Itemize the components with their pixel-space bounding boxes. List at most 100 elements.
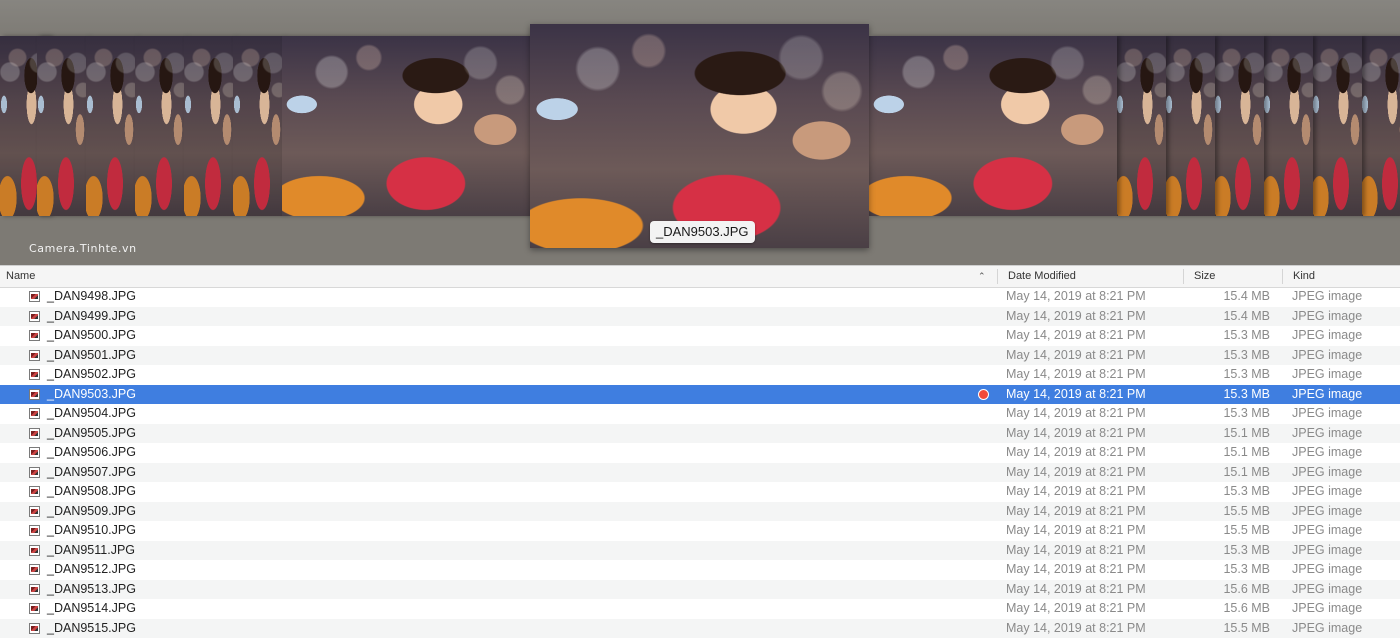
jpeg-file-icon: [29, 486, 40, 497]
file-row[interactable]: _DAN9512.JPGMay 14, 2019 at 8:21 PM15.3 …: [0, 560, 1400, 580]
file-size: 15.3 MB: [1223, 404, 1270, 424]
file-name: _DAN9505.JPG: [47, 424, 136, 444]
selected-cover-thumbnail[interactable]: [530, 24, 869, 248]
file-date-modified: May 14, 2019 at 8:21 PM: [1006, 580, 1146, 600]
file-size: 15.3 MB: [1223, 326, 1270, 346]
file-date-modified: May 14, 2019 at 8:21 PM: [1006, 424, 1146, 444]
file-date-modified: May 14, 2019 at 8:21 PM: [1006, 443, 1146, 463]
column-divider[interactable]: [1183, 269, 1184, 284]
file-size: 15.3 MB: [1223, 560, 1270, 580]
file-row[interactable]: _DAN9515.JPGMay 14, 2019 at 8:21 PM15.5 …: [0, 619, 1400, 638]
file-size: 15.1 MB: [1223, 424, 1270, 444]
file-size: 15.5 MB: [1223, 521, 1270, 541]
cover-thumbnail[interactable]: [1361, 36, 1400, 216]
file-size: 15.6 MB: [1223, 599, 1270, 619]
column-header-kind[interactable]: Kind: [1293, 266, 1315, 287]
file-name: _DAN9510.JPG: [47, 521, 136, 541]
file-list[interactable]: _DAN9498.JPGMay 14, 2019 at 8:21 PM15.4 …: [0, 287, 1400, 638]
file-name: _DAN9506.JPG: [47, 443, 136, 463]
cover-thumbnail[interactable]: [1165, 36, 1215, 216]
file-row[interactable]: _DAN9507.JPG May 14, 2019 at 8:21 PM 15.1 …: [0, 463, 1400, 483]
file-date-modified: May 14, 2019 at 8:21 PM: [1006, 521, 1146, 541]
file-name: _DAN9507.JPG: [47, 463, 136, 483]
jpeg-file-icon: [29, 408, 40, 419]
jpeg-file-icon: [29, 291, 40, 302]
file-kind: JPEG image: [1292, 502, 1362, 522]
file-kind: JPEG image: [1292, 424, 1362, 444]
jpeg-file-icon: [29, 506, 40, 517]
cover-thumbnail[interactable]: [282, 36, 530, 216]
file-size: 15.6 MB: [1223, 580, 1270, 600]
cover-thumbnail[interactable]: [135, 36, 185, 216]
file-kind: JPEG image: [1292, 404, 1362, 424]
column-divider[interactable]: [997, 269, 998, 284]
chevron-up-icon[interactable]: ⌃: [978, 266, 986, 287]
cover-thumbnail[interactable]: [1312, 36, 1362, 216]
file-kind: JPEG image: [1292, 541, 1362, 561]
file-date-modified: May 14, 2019 at 8:21 PM: [1006, 365, 1146, 385]
file-row[interactable]: _DAN9513.JPG May 14, 2019 at 8:21 PM 15.6 …: [0, 580, 1400, 600]
file-row[interactable]: _DAN9505.JPG May 14, 2019 at 8:21 PM 15.1 …: [0, 424, 1400, 444]
cover-thumbnail[interactable]: [233, 36, 283, 216]
file-date-modified: May 14, 2019 at 8:21 PM: [1006, 463, 1146, 483]
cover-thumbnail[interactable]: [1116, 36, 1166, 216]
file-date-modified: May 14, 2019 at 8:21 PM: [1006, 502, 1146, 522]
file-name: _DAN9513.JPG: [47, 580, 136, 600]
file-name: _DAN9511.JPG: [47, 541, 135, 561]
jpeg-file-icon: [29, 389, 40, 400]
file-size: 15.1 MB: [1223, 463, 1270, 483]
column-divider[interactable]: [1282, 269, 1283, 284]
file-name: _DAN9509.JPG: [47, 502, 136, 522]
watermark: Camera.Tinhte.vn: [29, 242, 137, 255]
file-row[interactable]: _DAN9503.JPGMay 14, 2019 at 8:21 PM15.3 …: [0, 385, 1400, 405]
file-kind: JPEG image: [1292, 521, 1362, 541]
file-row[interactable]: _DAN9511.JPGMay 14, 2019 at 8:21 PM15.3 …: [0, 541, 1400, 561]
file-row[interactable]: _DAN9498.JPGMay 14, 2019 at 8:21 PM15.4 …: [0, 287, 1400, 307]
file-size: 15.5 MB: [1223, 502, 1270, 522]
file-name: _DAN9499.JPG: [47, 307, 136, 327]
file-kind: JPEG image: [1292, 482, 1362, 502]
file-date-modified: May 14, 2019 at 8:21 PM: [1006, 307, 1146, 327]
file-row[interactable]: _DAN9502.JPGMay 14, 2019 at 8:21 PM15.3 …: [0, 365, 1400, 385]
jpeg-file-icon: [29, 525, 40, 536]
file-date-modified: May 14, 2019 at 8:21 PM: [1006, 346, 1146, 366]
jpeg-file-icon: [29, 428, 40, 439]
file-kind: JPEG image: [1292, 580, 1362, 600]
file-row[interactable]: _DAN9506.JPGMay 14, 2019 at 8:21 PM15.1 …: [0, 443, 1400, 463]
file-kind: JPEG image: [1292, 463, 1362, 483]
jpeg-file-icon: [29, 545, 40, 556]
list-header: Name ⌃ Date Modified Size Kind: [0, 265, 1400, 288]
column-header-name[interactable]: Name: [6, 266, 35, 287]
file-row[interactable]: _DAN9509.JPG May 14, 2019 at 8:21 PM 15.5 …: [0, 502, 1400, 522]
file-name: _DAN9512.JPG: [47, 560, 136, 580]
file-kind: JPEG image: [1292, 346, 1362, 366]
file-row[interactable]: _DAN9504.JPGMay 14, 2019 at 8:21 PM15.3 …: [0, 404, 1400, 424]
column-header-date[interactable]: Date Modified: [1008, 266, 1076, 287]
file-date-modified: May 14, 2019 at 8:21 PM: [1006, 385, 1146, 405]
cover-thumbnail[interactable]: [184, 36, 234, 216]
file-row[interactable]: _DAN9514.JPGMay 14, 2019 at 8:21 PM15.6 …: [0, 599, 1400, 619]
jpeg-file-icon: [29, 369, 40, 380]
file-kind: JPEG image: [1292, 619, 1362, 638]
cover-thumbnail[interactable]: [1263, 36, 1313, 216]
cover-thumbnail[interactable]: [1214, 36, 1264, 216]
file-row[interactable]: _DAN9508.JPGMay 14, 2019 at 8:21 PM15.3 …: [0, 482, 1400, 502]
file-row[interactable]: _DAN9500.JPGMay 14, 2019 at 8:21 PM15.3 …: [0, 326, 1400, 346]
file-row[interactable]: _DAN9510.JPG May 14, 2019 at 8:21 PM 15.5 …: [0, 521, 1400, 541]
file-name: _DAN9498.JPG: [47, 287, 136, 307]
file-kind: JPEG image: [1292, 365, 1362, 385]
cover-flow-preview[interactable]: _DAN9503.JPG Camera.Tinhte.vn: [0, 0, 1400, 265]
file-kind: JPEG image: [1292, 560, 1362, 580]
file-name: _DAN9500.JPG: [47, 326, 136, 346]
cover-thumbnail[interactable]: [869, 36, 1117, 216]
column-header-size[interactable]: Size: [1194, 266, 1215, 287]
file-kind: JPEG image: [1292, 326, 1362, 346]
jpeg-file-icon: [29, 467, 40, 478]
cover-thumbnail[interactable]: [37, 36, 87, 216]
cover-thumbnail[interactable]: [86, 36, 136, 216]
file-row[interactable]: _DAN9499.JPGMay 14, 2019 at 8:21 PM15.4 …: [0, 307, 1400, 327]
file-name: _DAN9504.JPG: [47, 404, 136, 424]
file-kind: JPEG image: [1292, 385, 1362, 405]
file-row[interactable]: _DAN9501.JPGMay 14, 2019 at 8:21 PM15.3 …: [0, 346, 1400, 366]
file-name: _DAN9508.JPG: [47, 482, 136, 502]
